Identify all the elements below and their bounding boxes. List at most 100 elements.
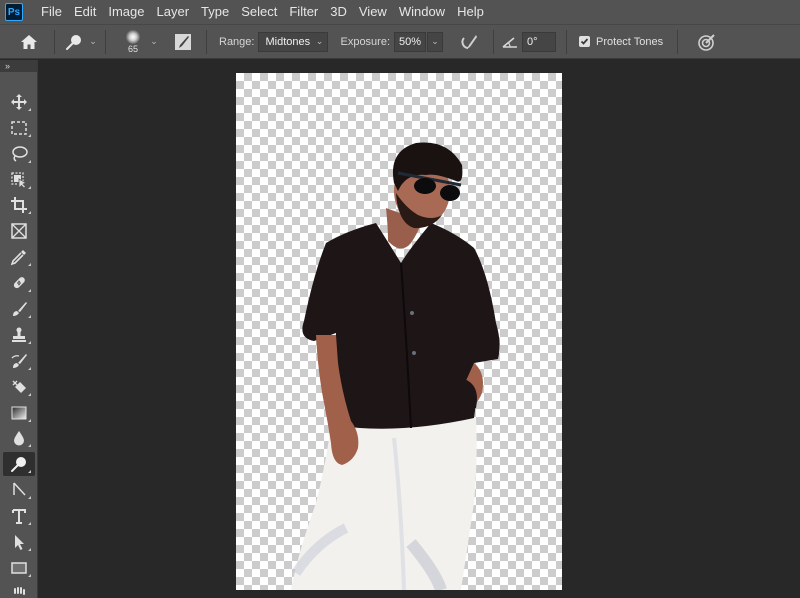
menu-edit[interactable]: Edit: [68, 0, 102, 24]
tool-flyout-indicator: [28, 366, 31, 370]
toolbar-grip[interactable]: [0, 72, 37, 88]
photoshop-logo: Ps: [5, 3, 23, 21]
history-brush-tool[interactable]: [3, 349, 35, 373]
dodge-tool[interactable]: [3, 452, 35, 477]
tool-flyout-indicator: [28, 444, 31, 448]
menu-image[interactable]: Image: [102, 0, 150, 24]
tool-flyout-indicator: [28, 548, 31, 552]
menu-type[interactable]: Type: [195, 0, 235, 24]
brush-settings-button[interactable]: [170, 29, 196, 55]
dodge-icon: [11, 457, 26, 473]
marquee-tool[interactable]: [3, 116, 35, 140]
menu-file[interactable]: File: [35, 0, 68, 24]
menu-window[interactable]: Window: [393, 0, 451, 24]
menu-bar: Ps File Edit Image Layer Type Select Fil…: [0, 0, 800, 24]
home-icon: [21, 34, 37, 49]
brush-angle-input[interactable]: 0°: [522, 31, 557, 52]
frame-tool[interactable]: [3, 219, 35, 243]
range-label: Range:: [219, 35, 255, 48]
options-bar: ⌄ 65 ⌄ Range: Midtones ⌄ Exposure: 50% ⌄: [0, 24, 800, 59]
brush-tip-icon: [126, 29, 140, 44]
protect-tones-label: Protect Tones: [596, 35, 664, 48]
blur-drop-icon: [14, 431, 24, 446]
eraser-tool[interactable]: [3, 375, 35, 399]
tools-panel: »: [0, 60, 38, 598]
tool-flyout-indicator: [28, 289, 31, 293]
brush-icon: [13, 302, 27, 317]
clone-stamp-tool[interactable]: [3, 323, 35, 347]
tool-preset-chevron-icon[interactable]: ⌄: [87, 36, 99, 47]
tool-flyout-indicator: [28, 392, 31, 396]
eyedropper-icon: [10, 250, 26, 266]
eyedropper-tool[interactable]: [3, 245, 35, 269]
range-select[interactable]: Midtones ⌄: [258, 31, 329, 52]
object-selection-tool[interactable]: [3, 168, 35, 192]
frame-icon: [11, 223, 27, 240]
pressure-size-button[interactable]: [694, 29, 720, 55]
menu-select[interactable]: Select: [235, 0, 283, 24]
protect-tones-toggle[interactable]: Protect Tones: [579, 36, 663, 48]
lasso-icon: [12, 145, 28, 162]
hand-tool[interactable]: [3, 582, 35, 598]
brush-size-value: 65: [127, 43, 138, 54]
separator: [54, 29, 55, 54]
menu-layer[interactable]: Layer: [151, 0, 196, 24]
dodge-tool-icon: [66, 34, 81, 50]
protect-tones-checkbox[interactable]: [579, 36, 591, 47]
brush-preset-chevron-icon[interactable]: ⌄: [148, 36, 160, 47]
exposure-value: 50%: [399, 35, 422, 48]
brush-preset-picker[interactable]: 65: [120, 29, 146, 54]
path-selection-icon: [15, 535, 24, 551]
tool-flyout-indicator: [28, 315, 31, 319]
photo-subject: [291, 142, 500, 590]
separator: [105, 29, 106, 54]
tool-flyout-indicator: [28, 185, 31, 189]
blur-tool[interactable]: [3, 426, 35, 450]
menu-view[interactable]: View: [353, 0, 393, 24]
angle-label: [500, 29, 520, 55]
tool-flyout-indicator: [28, 522, 31, 526]
tool-preset-picker[interactable]: [61, 29, 87, 55]
document-canvas[interactable]: [236, 73, 562, 590]
rectangle-icon: [11, 562, 27, 574]
tool-flyout-indicator: [28, 133, 31, 137]
pen-tool[interactable]: [3, 478, 35, 502]
exposure-slider-toggle[interactable]: ⌄: [427, 31, 444, 52]
airbrush-button[interactable]: [457, 29, 483, 55]
healing-brush-tool[interactable]: [3, 271, 35, 295]
clone-stamp-icon: [12, 327, 26, 342]
brush-tool[interactable]: [3, 297, 35, 321]
separator: [206, 29, 207, 54]
lasso-tool[interactable]: [3, 142, 35, 166]
type-icon: [12, 509, 26, 525]
crop-icon: [11, 197, 27, 214]
angle-value: 0°: [527, 35, 538, 48]
healing-brush-icon: [13, 277, 25, 289]
path-selection-tool[interactable]: [3, 530, 35, 554]
tool-flyout-indicator: [28, 573, 31, 577]
tool-flyout-indicator: [28, 263, 31, 267]
checkmark-icon: [580, 38, 589, 45]
crop-tool[interactable]: [3, 193, 35, 217]
chevron-down-icon: ⌄: [431, 36, 439, 46]
gradient-icon: [11, 406, 27, 420]
menu-help[interactable]: Help: [451, 0, 490, 24]
type-tool[interactable]: [3, 504, 35, 528]
gradient-tool[interactable]: [3, 401, 35, 425]
toolbar-collapse-button[interactable]: »: [0, 60, 37, 72]
tool-flyout-indicator: [28, 496, 31, 500]
rectangle-tool[interactable]: [3, 556, 35, 580]
exposure-input[interactable]: 50%: [394, 31, 427, 52]
airbrush-icon: [461, 34, 478, 49]
tool-flyout-indicator: [28, 159, 31, 163]
object-selection-icon: [11, 171, 27, 189]
home-button[interactable]: [16, 29, 42, 55]
angle-icon: [502, 36, 518, 48]
menu-3d[interactable]: 3D: [324, 0, 353, 24]
photoshop-window: Ps File Edit Image Layer Type Select Fil…: [0, 0, 800, 598]
move-tool[interactable]: [3, 90, 35, 114]
tool-flyout-indicator: [28, 418, 31, 422]
history-brush-icon: [11, 353, 27, 368]
tool-flyout-indicator: [28, 211, 31, 215]
menu-filter[interactable]: Filter: [283, 0, 324, 24]
